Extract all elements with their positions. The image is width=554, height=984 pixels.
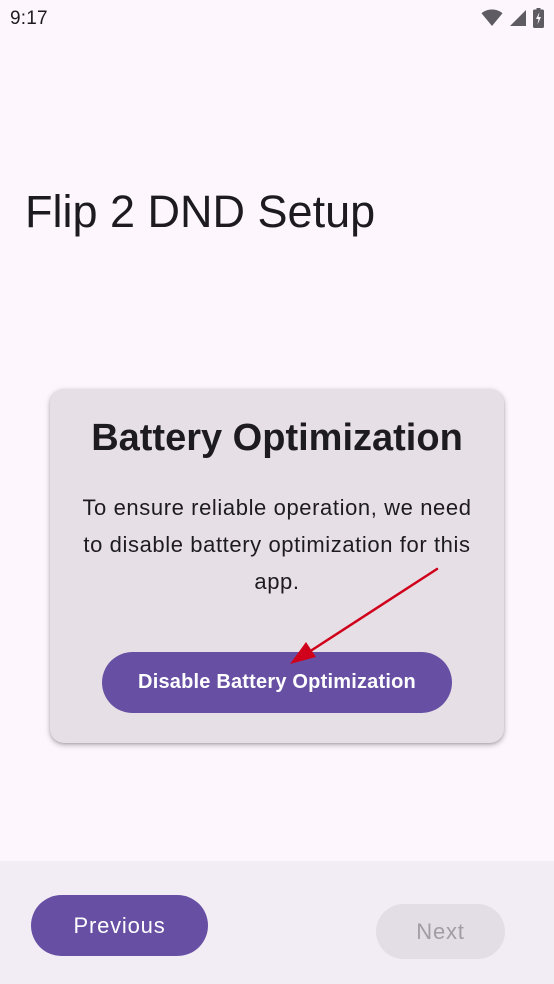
card-title: Battery Optimization bbox=[91, 417, 463, 459]
cellular-signal-icon bbox=[509, 9, 527, 27]
setup-screen: 9:17 Flip 2 DND Setup Battery Optimizati… bbox=[0, 0, 554, 984]
battery-charging-icon bbox=[533, 8, 544, 28]
status-time: 9:17 bbox=[10, 8, 48, 29]
next-button[interactable]: Next bbox=[376, 904, 505, 959]
card-description: To ensure reliable operation, we need to… bbox=[82, 495, 472, 594]
bottom-navigation-bar: Previous Next bbox=[0, 861, 554, 984]
status-icons bbox=[481, 7, 544, 29]
page-title: Flip 2 DND Setup bbox=[25, 186, 376, 237]
battery-optimization-card: Battery Optimization To ensure reliable … bbox=[50, 389, 504, 743]
disable-battery-optimization-button[interactable]: Disable Battery Optimization bbox=[102, 652, 452, 713]
status-bar: 9:17 bbox=[0, 0, 554, 40]
previous-button[interactable]: Previous bbox=[31, 895, 208, 956]
wifi-icon bbox=[481, 9, 503, 27]
